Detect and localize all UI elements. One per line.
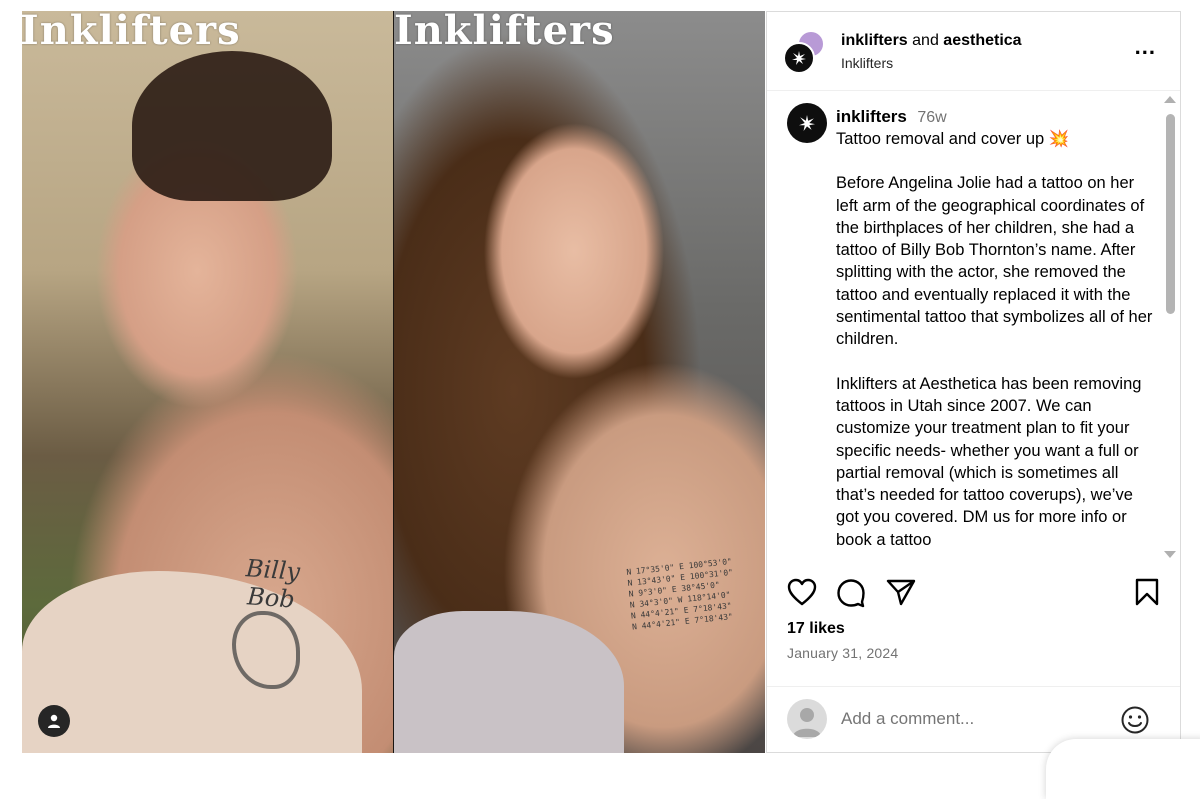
comment-icon[interactable] xyxy=(836,578,866,608)
post-subtitle[interactable]: Inklifters xyxy=(841,55,893,71)
and-word: and xyxy=(912,32,939,49)
tattoo-billy-bob: Billy Bob xyxy=(244,554,301,614)
photo-after: N 17°35'0" E 100°53'0" N 13°43'0" E 100°… xyxy=(394,11,765,753)
current-user-avatar xyxy=(787,699,827,739)
photo-hair xyxy=(132,51,332,201)
floating-widget[interactable] xyxy=(1046,739,1200,799)
collab-avatars[interactable] xyxy=(783,28,829,74)
photo-before: Billy Bob Inklifters xyxy=(22,11,393,753)
post-sidebar: inklifters and aesthetica Inklifters ...… xyxy=(766,11,1181,753)
caption-scroll-area[interactable]: inklifters 76w Tattoo removal and cover … xyxy=(767,91,1165,557)
caption-avatar[interactable] xyxy=(787,103,827,143)
scroll-up-arrow[interactable] xyxy=(1164,96,1176,103)
post-authors: inklifters and aesthetica xyxy=(841,32,1022,50)
emoji-icon[interactable] xyxy=(1120,705,1150,735)
caption-first-line: Tattoo removal and cover up 💥 xyxy=(836,130,1070,148)
caption-paragraph: Inklifters at Aesthetica has been removi… xyxy=(836,374,1142,549)
caption-scrollbar[interactable] xyxy=(1164,96,1176,558)
watermark-right: Inklifters xyxy=(394,11,615,54)
scroll-thumb[interactable] xyxy=(1166,114,1175,314)
post-date[interactable]: January 31, 2024 xyxy=(787,645,898,661)
author-link-inklifters[interactable]: inklifters xyxy=(841,32,908,49)
send-icon[interactable] xyxy=(886,578,916,606)
more-options-icon[interactable]: ... xyxy=(1135,34,1156,60)
avatar-inklifters[interactable] xyxy=(783,42,815,74)
post-actions xyxy=(787,578,1167,608)
post-header: inklifters and aesthetica Inklifters ... xyxy=(767,12,1180,91)
splash-logo-icon xyxy=(792,51,806,65)
tattoo-coordinates: N 17°35'0" E 100°53'0" N 13°43'0" E 100°… xyxy=(626,555,742,632)
caption-paragraph: Before Angelina Jolie had a tattoo on he… xyxy=(836,174,1153,349)
default-avatar-icon xyxy=(793,708,821,737)
likes-count[interactable]: 17 likes xyxy=(787,620,845,638)
user-tag-icon[interactable] xyxy=(38,705,70,737)
bookmark-icon[interactable] xyxy=(1135,578,1159,606)
post-media[interactable]: Billy Bob Inklifters N 17°35'0" E 100°53… xyxy=(22,11,765,753)
comment-input[interactable] xyxy=(841,709,1091,729)
caption-username[interactable]: inklifters xyxy=(836,107,907,126)
caption-timestamp[interactable]: 76w xyxy=(917,109,946,126)
caption-body: inklifters 76w Tattoo removal and cover … xyxy=(836,107,1154,551)
author-link-aesthetica[interactable]: aesthetica xyxy=(943,32,1021,49)
heart-icon[interactable] xyxy=(787,578,817,606)
scroll-down-arrow[interactable] xyxy=(1164,551,1176,558)
splash-logo-icon xyxy=(799,115,815,131)
photo-dress xyxy=(394,611,624,753)
watermark-left: Inklifters xyxy=(22,11,241,54)
